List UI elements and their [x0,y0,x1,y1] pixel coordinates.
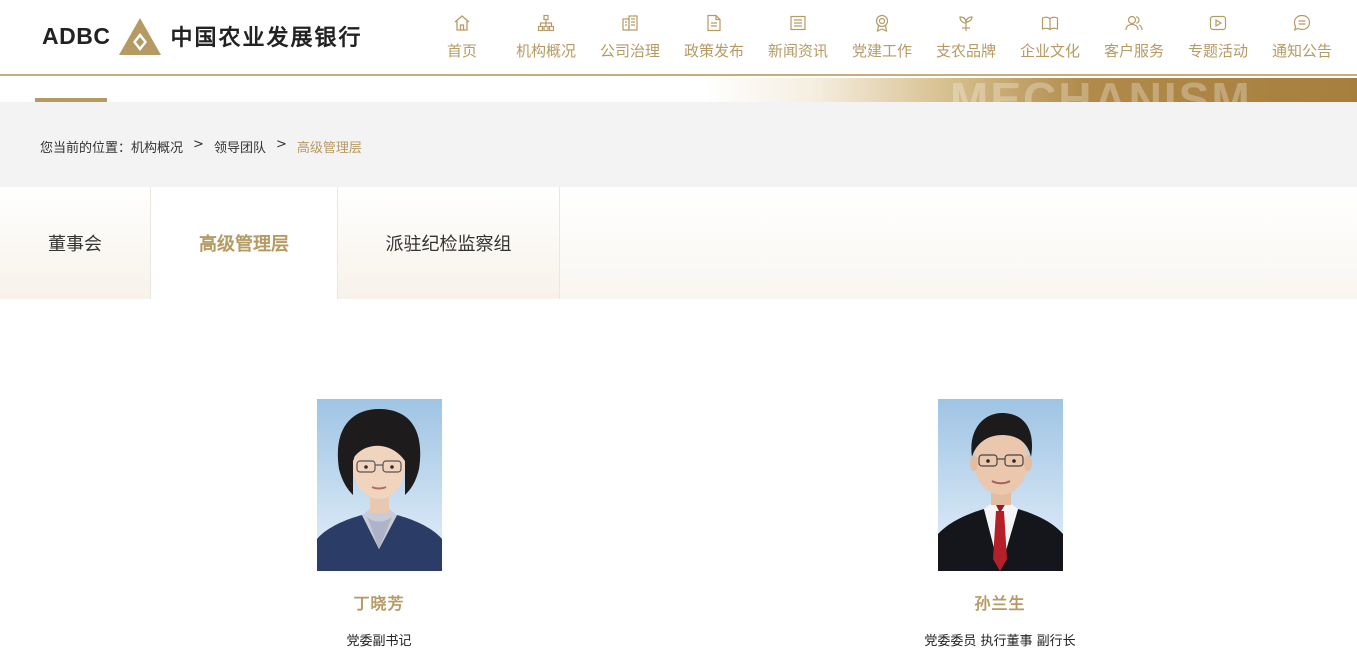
nav-label: 企业文化 [1019,42,1080,60]
breadcrumb-prefix: 您当前的位置： [40,141,132,156]
nav-label: 首页 [446,42,477,60]
nav-item-events[interactable]: 专题活动 [1176,10,1260,70]
person-name[interactable]: 丁晓芳 [353,590,404,614]
breadcrumb-separator: > [193,137,204,152]
tab-senior-management[interactable]: 高级管理层 [151,187,338,299]
org-chart-icon [537,14,555,32]
nav-item-governance[interactable]: 公司治理 [588,10,672,70]
nav-item-policy[interactable]: 政策发布 [672,10,756,70]
nav-label: 新闻资讯 [767,42,828,60]
nav-item-brand[interactable]: 支农品牌 [924,10,1008,70]
breadcrumb-link-leadership[interactable]: 领导团队 [214,137,266,156]
nav-label: 党建工作 [851,42,912,60]
nav-label: 公司治理 [599,42,660,60]
nav-item-service[interactable]: 客户服务 [1092,10,1176,70]
book-icon [1041,16,1059,31]
tab-inspection-group[interactable]: 派驻纪检监察组 [338,187,560,299]
breadcrumb: 您当前的位置： 机构概况 > 领导团队 > 高级管理层 [40,137,362,156]
nav-label: 政策发布 [683,42,744,60]
person-title: 党委委员 执行董事 副行长 [924,634,1076,649]
person-photo[interactable] [316,399,442,571]
main-nav: 首页 机构概况 公司治理 政策发布 新闻资讯 党建工作 支农品牌 企业文化 客户… [420,10,1344,70]
nav-item-party[interactable]: 党建工作 [840,10,924,70]
site-logo[interactable]: ADBC 中国农业发展银行 [42,14,362,58]
building-icon [622,15,638,31]
nav-label: 客户服务 [1103,42,1164,60]
person-name[interactable]: 孙兰生 [974,590,1025,614]
home-icon [454,15,470,31]
nav-item-notice[interactable]: 通知公告 [1260,10,1344,70]
leadership-tabs: 董事会 高级管理层 派驻纪检监察组 [0,187,1357,299]
breadcrumb-area: 您当前的位置： 机构概况 > 领导团队 > 高级管理层 [0,102,1357,187]
person-card: 丁晓芳 党委副书记 [229,399,529,649]
logo-chinese: 中国农业发展银行 [170,26,363,51]
nav-label: 专题活动 [1187,42,1248,60]
badge-icon [875,14,889,32]
person-photo[interactable] [937,399,1063,571]
users-icon [1125,15,1143,31]
nav-item-about[interactable]: 机构概况 [504,10,588,70]
logo-triangle-icon [119,18,162,55]
nav-item-news[interactable]: 新闻资讯 [756,10,840,70]
person-title: 党委副书记 [346,634,412,649]
banner-watermark: MECHANISM [950,78,1252,102]
newspaper-icon [790,15,806,31]
page-banner: MECHANISM [0,78,1357,102]
tab-board[interactable]: 董事会 [0,187,151,299]
nav-label: 支农品牌 [935,42,996,60]
nav-label: 通知公告 [1271,42,1332,60]
nav-item-home[interactable]: 首页 [420,10,504,70]
site-header: ADBC 中国农业发展银行 首页 机构概况 公司治理 政策发布 新闻资讯 党建工… [0,0,1357,76]
logo-english: ADBC [42,22,111,49]
document-icon [707,14,721,32]
breadcrumb-link-about[interactable]: 机构概况 [131,137,183,156]
message-icon [1293,14,1311,32]
play-icon [1209,15,1227,31]
nav-label: 机构概况 [515,42,576,60]
sprout-icon [959,16,973,31]
person-card: 孙兰生 党委委员 执行董事 副行长 [850,399,1150,649]
breadcrumb-separator: > [275,137,287,152]
breadcrumb-current: 高级管理层 [296,141,362,156]
nav-item-culture[interactable]: 企业文化 [1008,10,1092,70]
